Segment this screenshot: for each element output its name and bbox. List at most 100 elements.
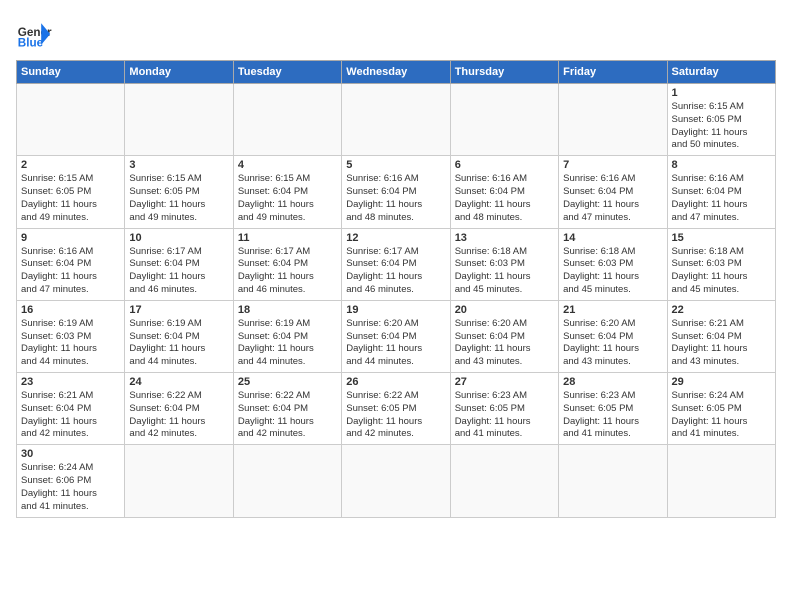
calendar-cell: 2 Sunrise: 6:15 AM Sunset: 6:05 PM Daylig… xyxy=(17,156,125,228)
cell-info: Sunrise: 6:16 AM Sunset: 6:04 PM Dayligh… xyxy=(346,173,445,224)
day-number: 20 xyxy=(455,304,554,316)
col-header-monday: Monday xyxy=(125,61,233,84)
calendar-cell xyxy=(17,84,125,156)
calendar-table: SundayMondayTuesdayWednesdayThursdayFrid… xyxy=(16,60,776,518)
day-number: 24 xyxy=(129,376,228,388)
calendar-cell: 17 Sunrise: 6:19 AM Sunset: 6:04 PM Dayli… xyxy=(125,300,233,372)
calendar-cell: 22Sunrise: 6:21 AM Sunset: 6:04 PM Dayli… xyxy=(667,300,775,372)
cell-info: Sunrise: 6:24 AM Sunset: 6:05 PM Dayligh… xyxy=(672,390,771,441)
cell-info: Sunrise: 6:18 AM Sunset: 6:03 PM Dayligh… xyxy=(455,246,554,297)
cell-info: Sunrise: 6:16 AM Sunset: 6:04 PM Dayligh… xyxy=(563,173,662,224)
day-number: 12 xyxy=(346,232,445,244)
calendar-cell: 23 Sunrise: 6:21 AM Sunset: 6:04 PM Dayli… xyxy=(17,373,125,445)
calendar-cell xyxy=(342,84,450,156)
calendar-cell: 16 Sunrise: 6:19 AM Sunset: 6:03 PM Dayli… xyxy=(17,300,125,372)
day-number: 17 xyxy=(129,304,228,316)
day-number: 10 xyxy=(129,232,228,244)
calendar-cell: 12 Sunrise: 6:17 AM Sunset: 6:04 PM Dayli… xyxy=(342,228,450,300)
cell-info: Sunrise: 6:15 AM Sunset: 6:05 PM Dayligh… xyxy=(129,173,228,224)
cell-info: Sunrise: 6:22 AM Sunset: 6:04 PM Dayligh… xyxy=(129,390,228,441)
day-number: 30 xyxy=(21,448,120,460)
cell-info: Sunrise: 6:16 AM Sunset: 6:04 PM Dayligh… xyxy=(455,173,554,224)
day-number: 9 xyxy=(21,232,120,244)
day-number: 26 xyxy=(346,376,445,388)
calendar-cell: 7 Sunrise: 6:16 AM Sunset: 6:04 PM Daylig… xyxy=(559,156,667,228)
day-number: 13 xyxy=(455,232,554,244)
col-header-tuesday: Tuesday xyxy=(233,61,341,84)
cell-info: Sunrise: 6:15 AM Sunset: 6:05 PM Dayligh… xyxy=(21,173,120,224)
calendar-cell: 19 Sunrise: 6:20 AM Sunset: 6:04 PM Dayli… xyxy=(342,300,450,372)
calendar-cell: 25Sunrise: 6:22 AM Sunset: 6:04 PM Dayli… xyxy=(233,373,341,445)
day-number: 1 xyxy=(672,87,771,99)
day-number: 29 xyxy=(672,376,771,388)
cell-info: Sunrise: 6:19 AM Sunset: 6:04 PM Dayligh… xyxy=(129,318,228,369)
cell-info: Sunrise: 6:20 AM Sunset: 6:04 PM Dayligh… xyxy=(563,318,662,369)
cell-info: Sunrise: 6:18 AM Sunset: 6:03 PM Dayligh… xyxy=(563,246,662,297)
calendar-cell: 3 Sunrise: 6:15 AM Sunset: 6:05 PM Daylig… xyxy=(125,156,233,228)
calendar-cell: 8 Sunrise: 6:16 AM Sunset: 6:04 PM Daylig… xyxy=(667,156,775,228)
calendar-cell xyxy=(450,445,558,517)
cell-info: Sunrise: 6:24 AM Sunset: 6:06 PM Dayligh… xyxy=(21,462,120,513)
calendar-cell xyxy=(559,84,667,156)
cell-info: Sunrise: 6:19 AM Sunset: 6:04 PM Dayligh… xyxy=(238,318,337,369)
calendar-cell xyxy=(125,84,233,156)
calendar-cell: 24 Sunrise: 6:22 AM Sunset: 6:04 PM Dayli… xyxy=(125,373,233,445)
calendar-cell: 29 Sunrise: 6:24 AM Sunset: 6:05 PM Dayli… xyxy=(667,373,775,445)
day-number: 16 xyxy=(21,304,120,316)
cell-info: Sunrise: 6:15 AM Sunset: 6:05 PM Dayligh… xyxy=(672,101,771,152)
calendar-cell xyxy=(233,84,341,156)
cell-info: Sunrise: 6:19 AM Sunset: 6:03 PM Dayligh… xyxy=(21,318,120,369)
calendar-cell: 20 Sunrise: 6:20 AM Sunset: 6:04 PM Dayli… xyxy=(450,300,558,372)
calendar-cell xyxy=(559,445,667,517)
cell-info: Sunrise: 6:20 AM Sunset: 6:04 PM Dayligh… xyxy=(455,318,554,369)
day-number: 18 xyxy=(238,304,337,316)
day-number: 5 xyxy=(346,159,445,171)
day-number: 23 xyxy=(21,376,120,388)
cell-info: Sunrise: 6:16 AM Sunset: 6:04 PM Dayligh… xyxy=(21,246,120,297)
calendar-cell: 13 Sunrise: 6:18 AM Sunset: 6:03 PM Dayli… xyxy=(450,228,558,300)
calendar-cell: 9 Sunrise: 6:16 AM Sunset: 6:04 PM Daylig… xyxy=(17,228,125,300)
calendar-cell xyxy=(233,445,341,517)
calendar-cell: 28 Sunrise: 6:23 AM Sunset: 6:05 PM Dayli… xyxy=(559,373,667,445)
calendar-cell: 10 Sunrise: 6:17 AM Sunset: 6:04 PM Dayli… xyxy=(125,228,233,300)
calendar-cell: 18 Sunrise: 6:19 AM Sunset: 6:04 PM Dayli… xyxy=(233,300,341,372)
day-number: 28 xyxy=(563,376,662,388)
col-header-friday: Friday xyxy=(559,61,667,84)
calendar-cell xyxy=(667,445,775,517)
day-number: 19 xyxy=(346,304,445,316)
day-number: 15 xyxy=(672,232,771,244)
cell-info: Sunrise: 6:21 AM Sunset: 6:04 PM Dayligh… xyxy=(21,390,120,441)
page-header: General Blue xyxy=(16,16,776,52)
col-header-saturday: Saturday xyxy=(667,61,775,84)
cell-info: Sunrise: 6:17 AM Sunset: 6:04 PM Dayligh… xyxy=(238,246,337,297)
day-number: 7 xyxy=(563,159,662,171)
cell-info: Sunrise: 6:17 AM Sunset: 6:04 PM Dayligh… xyxy=(346,246,445,297)
calendar-cell: 4Sunrise: 6:15 AM Sunset: 6:04 PM Daylig… xyxy=(233,156,341,228)
calendar-cell: 1 Sunrise: 6:15 AM Sunset: 6:05 PM Daylig… xyxy=(667,84,775,156)
cell-info: Sunrise: 6:23 AM Sunset: 6:05 PM Dayligh… xyxy=(563,390,662,441)
logo-icon: General Blue xyxy=(16,16,52,52)
day-number: 3 xyxy=(129,159,228,171)
cell-info: Sunrise: 6:20 AM Sunset: 6:04 PM Dayligh… xyxy=(346,318,445,369)
day-number: 4 xyxy=(238,159,337,171)
calendar-cell xyxy=(342,445,450,517)
day-number: 8 xyxy=(672,159,771,171)
cell-info: Sunrise: 6:22 AM Sunset: 6:04 PM Dayligh… xyxy=(238,390,337,441)
svg-text:Blue: Blue xyxy=(18,37,44,50)
cell-info: Sunrise: 6:16 AM Sunset: 6:04 PM Dayligh… xyxy=(672,173,771,224)
day-number: 11 xyxy=(238,232,337,244)
col-header-sunday: Sunday xyxy=(17,61,125,84)
calendar-cell: 5 Sunrise: 6:16 AM Sunset: 6:04 PM Daylig… xyxy=(342,156,450,228)
cell-info: Sunrise: 6:23 AM Sunset: 6:05 PM Dayligh… xyxy=(455,390,554,441)
calendar-cell: 26 Sunrise: 6:22 AM Sunset: 6:05 PM Dayli… xyxy=(342,373,450,445)
calendar-cell: 14Sunrise: 6:18 AM Sunset: 6:03 PM Dayli… xyxy=(559,228,667,300)
day-number: 27 xyxy=(455,376,554,388)
day-number: 2 xyxy=(21,159,120,171)
cell-info: Sunrise: 6:22 AM Sunset: 6:05 PM Dayligh… xyxy=(346,390,445,441)
day-number: 21 xyxy=(563,304,662,316)
calendar-cell: 6 Sunrise: 6:16 AM Sunset: 6:04 PM Daylig… xyxy=(450,156,558,228)
day-number: 6 xyxy=(455,159,554,171)
cell-info: Sunrise: 6:17 AM Sunset: 6:04 PM Dayligh… xyxy=(129,246,228,297)
calendar-cell: 15Sunrise: 6:18 AM Sunset: 6:03 PM Dayli… xyxy=(667,228,775,300)
logo: General Blue xyxy=(16,16,52,52)
